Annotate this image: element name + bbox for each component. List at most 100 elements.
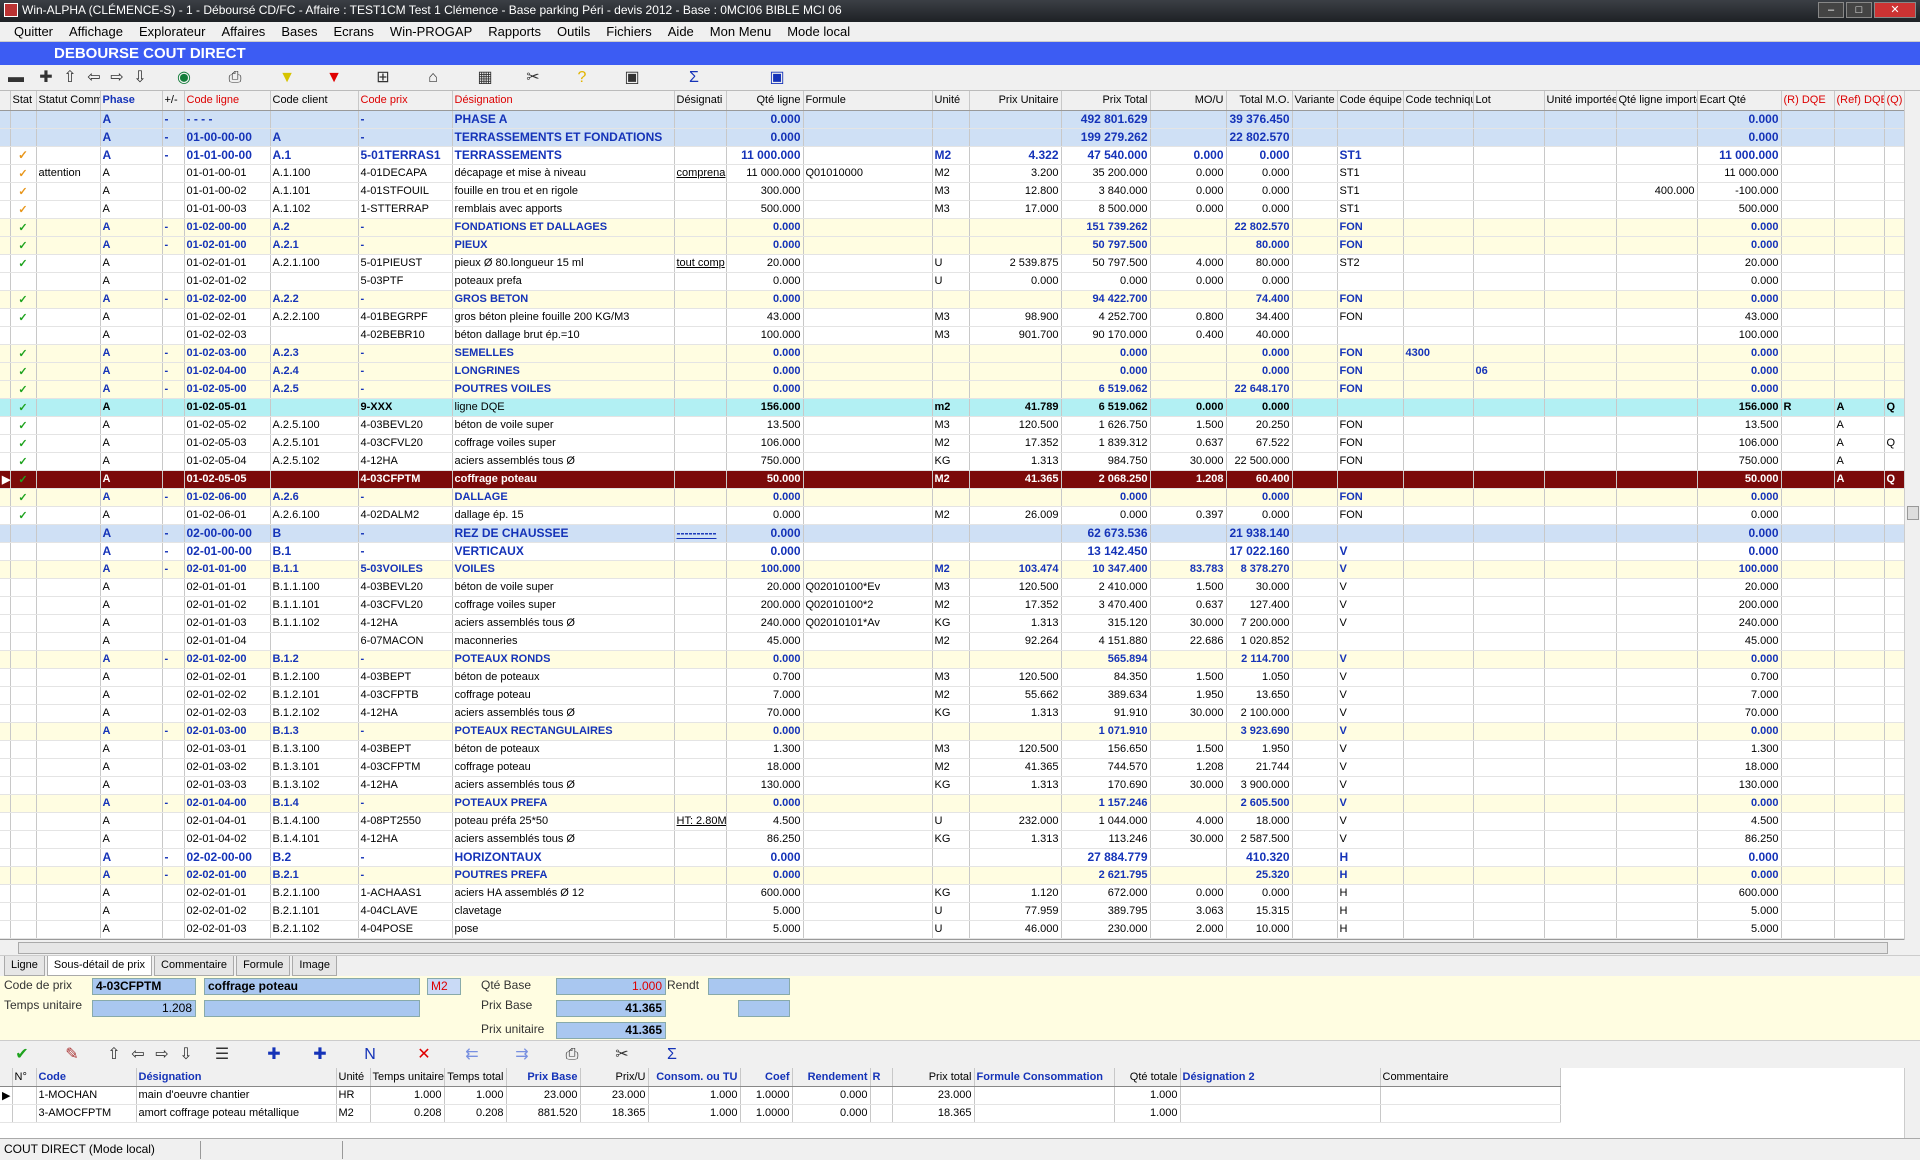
cell-code-client[interactable]: A.1: [270, 146, 359, 165]
cell-qt-ligne[interactable]: 20.000: [726, 254, 804, 273]
cell-phase[interactable]: A: [100, 380, 163, 399]
cell-prix-total[interactable]: 1 044.000: [1061, 812, 1151, 831]
cell-code-prix[interactable]: 4-12HA: [358, 830, 453, 849]
cell-unit-import-e[interactable]: [1544, 398, 1617, 417]
cell-code-client[interactable]: B.1.2.100: [270, 668, 359, 687]
cell-unit-[interactable]: U: [932, 812, 970, 831]
cell-code-techniqu[interactable]: [1403, 416, 1474, 435]
cell-d-signati[interactable]: [674, 236, 727, 255]
cell-ecart-qt-[interactable]: 0.000: [1697, 794, 1782, 813]
cell--[interactable]: [162, 182, 185, 201]
cell-unit-import-e[interactable]: [1544, 380, 1617, 399]
cell-formule[interactable]: Q02010100*Ev: [803, 578, 933, 597]
cell-code-prix[interactable]: 5-03VOILES: [358, 560, 453, 579]
cell-d-signati[interactable]: [674, 308, 727, 327]
cell-d-signati[interactable]: comprena: [674, 164, 727, 183]
cell-unit-[interactable]: KG: [932, 614, 970, 633]
cell-lot[interactable]: [1473, 308, 1545, 327]
cell-prix-total[interactable]: 156.650: [1061, 740, 1151, 759]
row-indicator[interactable]: [0, 488, 11, 507]
cell-total-m-o-[interactable]: 30.000: [1226, 578, 1293, 597]
cell-code-techniqu[interactable]: [1403, 128, 1474, 147]
cell-code-ligne[interactable]: 01-00-00-00: [184, 128, 271, 147]
cell--r-dqe[interactable]: [1781, 560, 1835, 579]
cell--q-[interactable]: [1884, 722, 1904, 741]
cell--q-[interactable]: [1884, 272, 1904, 291]
cell-phase[interactable]: A: [100, 560, 163, 579]
cell-phase[interactable]: A: [100, 416, 163, 435]
cell-unit-import-e[interactable]: [1544, 164, 1617, 183]
cell--[interactable]: [162, 614, 185, 633]
cell-statut-comm[interactable]: [36, 920, 101, 939]
table-row[interactable]: ✓ A 01-02-06-01 A.2.6.100 4-02DALM2 dallage é…: [0, 506, 1904, 525]
printer-icon[interactable]: ⎙: [225, 68, 245, 88]
add-multiple-icon[interactable]: ✚: [310, 1045, 330, 1065]
cell-d-signation[interactable]: coffrage voiles super: [452, 596, 675, 615]
row-indicator[interactable]: [0, 668, 11, 687]
cell-qt-ligne-import-[interactable]: [1616, 398, 1698, 417]
cell-unit-import-e[interactable]: [1544, 866, 1617, 885]
cell-unit-import-e[interactable]: [1544, 470, 1617, 489]
arrow-right-icon[interactable]: ⇨: [107, 68, 127, 88]
cell-total-m-o-[interactable]: 0.000: [1226, 200, 1293, 219]
cell--ref-dqe[interactable]: [1834, 308, 1885, 327]
cell-prix-total[interactable]: 50 797.500: [1061, 236, 1151, 255]
cell-unit-import-e[interactable]: [1544, 776, 1617, 795]
cell-lot[interactable]: [1473, 290, 1545, 309]
cell-d-signation[interactable]: aciers assemblés tous Ø: [452, 830, 675, 849]
cell-statut-comm[interactable]: [36, 326, 101, 345]
table-row[interactable]: ✓ A 01-02-05-02 A.2.5.100 4-03BEVL20 béton de…: [0, 416, 1904, 435]
cell-unit-[interactable]: M3: [932, 416, 970, 435]
cell-unit-import-e[interactable]: [1544, 902, 1617, 921]
cell-code-ligne[interactable]: 01-02-05-02: [184, 416, 271, 435]
cell-d-signation[interactable]: coffrage voiles super: [452, 434, 675, 453]
cell--r-dqe[interactable]: [1781, 272, 1835, 291]
cell--r-dqe[interactable]: [1781, 218, 1835, 237]
col-header-code-client[interactable]: Code client: [270, 91, 359, 111]
cell-total-m-o-[interactable]: 1 020.852: [1226, 632, 1293, 651]
cell-prix-total[interactable]: 0.000: [1061, 362, 1151, 381]
cell-code-quipe[interactable]: ST1: [1337, 200, 1404, 219]
cell--q-[interactable]: [1884, 812, 1904, 831]
table-row[interactable]: A 02-02-01-01 B.2.1.100 1-ACHAAS1 aciers HA …: [0, 884, 1904, 903]
cell-d-signati[interactable]: [674, 848, 727, 867]
table-row[interactable]: ✓ A 01-02-02-01 A.2.2.100 4-01BEGRPF gros bét…: [0, 308, 1904, 327]
cell-prix-unitaire[interactable]: [969, 542, 1062, 561]
cell-stat[interactable]: [10, 326, 37, 345]
cell--r-dqe[interactable]: [1781, 110, 1835, 129]
cell-qt-ligne[interactable]: 0.000: [726, 722, 804, 741]
cell-variante[interactable]: [1292, 524, 1338, 543]
cell-ecart-qt-[interactable]: 0.700: [1697, 668, 1782, 687]
cell-formule[interactable]: [803, 560, 933, 579]
cell--ref-dqe[interactable]: [1834, 794, 1885, 813]
cell--r-dqe[interactable]: [1781, 596, 1835, 615]
cell-prix-unitaire[interactable]: 17.000: [969, 200, 1062, 219]
col-header-code-ligne[interactable]: Code ligne: [184, 91, 271, 111]
cell-code-techniqu[interactable]: [1403, 362, 1474, 381]
cell-code-techniqu[interactable]: [1403, 146, 1474, 165]
cell-qt-ligne[interactable]: 0.000: [726, 236, 804, 255]
table-row[interactable]: ✓ A -01-02-04-00 A.2.4- LONGRINES 0.000 0.000 0…: [0, 362, 1904, 381]
cell-code-client[interactable]: B.2.1.101: [270, 902, 359, 921]
cell-mo-u[interactable]: 30.000: [1150, 704, 1227, 723]
cell-d-signati[interactable]: [674, 866, 727, 885]
cell-variante[interactable]: [1292, 722, 1338, 741]
cell-qt-ligne-import-[interactable]: [1616, 434, 1698, 453]
tools-icon[interactable]: ✂: [612, 1045, 632, 1065]
cell-total-m-o-[interactable]: 0.000: [1226, 146, 1293, 165]
cell-d-signation[interactable]: aciers assemblés tous Ø: [452, 452, 675, 471]
menu-explorateur[interactable]: Explorateur: [131, 22, 213, 41]
cell-statut-comm[interactable]: [36, 380, 101, 399]
cell-total-m-o-[interactable]: 15.315: [1226, 902, 1293, 921]
cell--ref-dqe[interactable]: [1834, 848, 1885, 867]
cell-stat[interactable]: ✓: [10, 434, 37, 453]
cell-unit-[interactable]: U: [932, 920, 970, 939]
cell--q-[interactable]: [1884, 650, 1904, 669]
sub-cell-prix-u[interactable]: 18.365: [580, 1104, 649, 1123]
cell-code-client[interactable]: B.1.1.101: [270, 596, 359, 615]
cell-lot[interactable]: [1473, 470, 1545, 489]
cell-variante[interactable]: [1292, 560, 1338, 579]
cell-code-ligne[interactable]: 01-02-01-00: [184, 236, 271, 255]
cell-variante[interactable]: [1292, 272, 1338, 291]
cell-d-signati[interactable]: [674, 200, 727, 219]
